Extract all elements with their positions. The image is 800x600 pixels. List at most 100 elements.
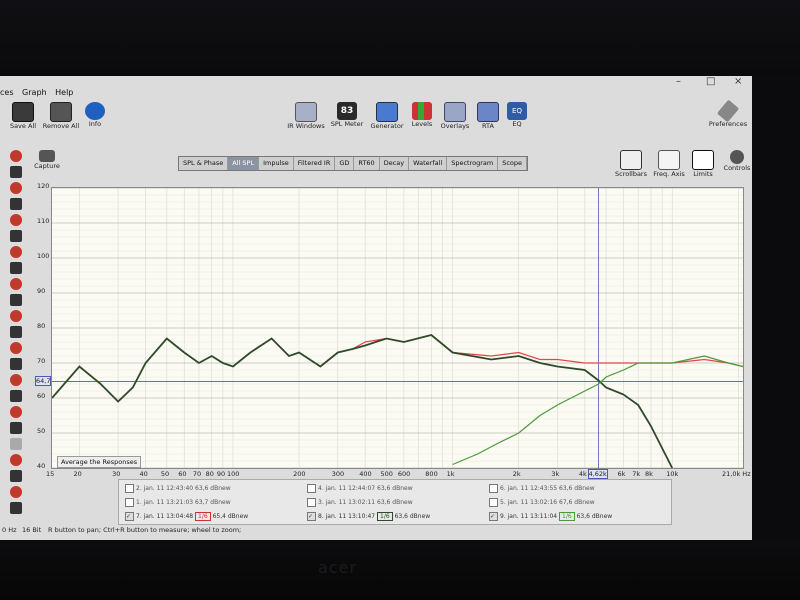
legend-item[interactable]: ✓ 8. jan. 11 13:10:47 1/6 63,6 dBnew bbox=[307, 512, 430, 521]
x-tick-label: 2k bbox=[512, 470, 521, 478]
close-button[interactable]: × bbox=[734, 76, 742, 87]
levels-button[interactable]: Levels bbox=[408, 102, 436, 128]
save-measurement-icon[interactable] bbox=[10, 470, 22, 482]
overlays-button[interactable]: Overlays bbox=[440, 102, 470, 130]
legend-item[interactable]: 3. jan. 11 13:02:11 63,6 dBnew bbox=[307, 498, 413, 507]
tab-rt60[interactable]: RT60 bbox=[354, 157, 380, 170]
legend-item[interactable]: 2. jan. 11 12:43:40 63,6 dBnew bbox=[125, 484, 231, 493]
camera-icon bbox=[39, 150, 55, 162]
y-tick-label: 70 bbox=[37, 357, 46, 365]
x-tick-label: 100 bbox=[226, 470, 240, 478]
x-tick-label: 6k bbox=[617, 470, 626, 478]
x-tick-label: 80 bbox=[205, 470, 214, 478]
capture-button[interactable]: Capture bbox=[33, 150, 61, 170]
x-tick-label: 70 bbox=[192, 470, 202, 478]
x-tick-label: 500 bbox=[380, 470, 393, 478]
status-hint: R button to pan; Ctrl+R button to measur… bbox=[48, 526, 242, 534]
save-icon bbox=[12, 102, 34, 122]
remove-all-button[interactable]: Remove All bbox=[42, 102, 80, 130]
legend-item[interactable]: ✓ 9. jan. 11 13:11:04 1/6 63,6 dBnew bbox=[489, 512, 612, 521]
menu-help[interactable]: Help bbox=[55, 88, 73, 97]
scrollbars-icon bbox=[620, 150, 642, 170]
tab-filtered-ir[interactable]: Filtered IR bbox=[294, 157, 336, 170]
freq-axis-icon bbox=[658, 150, 680, 170]
menu-bar: ces Graph Help bbox=[0, 88, 79, 102]
status-rate: 0 Hz bbox=[2, 526, 17, 534]
rta-button[interactable]: RTA bbox=[476, 102, 500, 130]
y-tick-label: 90 bbox=[37, 287, 46, 295]
save-measurement-icon[interactable] bbox=[10, 230, 22, 242]
app-window: – □ × ces Graph Help Save All Remove All… bbox=[0, 76, 752, 540]
spl-meter-button[interactable]: 83 SPL Meter bbox=[330, 102, 364, 128]
save-measurement-icon[interactable] bbox=[10, 358, 22, 370]
remove-measurement-icon[interactable] bbox=[10, 214, 22, 226]
spl-graph-area[interactable] bbox=[51, 187, 744, 469]
menu-preferences[interactable]: ces bbox=[0, 88, 14, 97]
cursor-level-readout: 64,7 bbox=[35, 375, 52, 386]
average-responses-button[interactable]: Average the Responses bbox=[57, 456, 142, 468]
x-tick-label: 400 bbox=[359, 470, 372, 478]
monitor-bezel-top bbox=[0, 0, 800, 76]
ir-windows-button[interactable]: IR Windows bbox=[286, 102, 326, 130]
tab-waterfall[interactable]: Waterfall bbox=[409, 157, 448, 170]
menu-graph[interactable]: Graph bbox=[22, 88, 47, 97]
save-measurement-icon[interactable] bbox=[10, 326, 22, 338]
generator-icon bbox=[376, 102, 398, 122]
tab-gd[interactable]: GD bbox=[335, 157, 355, 170]
save-measurement-icon[interactable] bbox=[10, 502, 22, 514]
scrollbars-button[interactable]: Scrollbars bbox=[614, 150, 648, 178]
monitor-brand-logo: acer bbox=[318, 558, 358, 577]
freq-axis-button[interactable]: Freq. Axis bbox=[652, 150, 686, 178]
ir-windows-icon bbox=[295, 102, 317, 122]
remove-measurement-icon[interactable] bbox=[10, 486, 22, 498]
save-measurement-icon[interactable] bbox=[10, 422, 22, 434]
legend-item[interactable]: ✓ 7. jan. 11 13:04:48 1/6 65,4 dBnew bbox=[125, 512, 248, 521]
remove-measurement-icon[interactable] bbox=[10, 310, 22, 322]
tab-all-spl[interactable]: All SPL bbox=[228, 157, 260, 170]
tab-spectrogram[interactable]: Spectrogram bbox=[447, 157, 499, 170]
limits-button[interactable]: Limits bbox=[690, 150, 716, 178]
measurement-selected-icon[interactable] bbox=[10, 438, 22, 450]
save-all-button[interactable]: Save All bbox=[8, 102, 38, 130]
remove-measurement-icon[interactable] bbox=[10, 246, 22, 258]
tab-scope[interactable]: Scope bbox=[498, 157, 528, 170]
save-measurement-icon[interactable] bbox=[10, 166, 22, 178]
levels-icon bbox=[412, 102, 432, 120]
info-button[interactable]: Info bbox=[84, 102, 106, 128]
x-tick-label: 3k bbox=[551, 470, 560, 478]
x-tick-label: 40 bbox=[139, 470, 148, 478]
remove-measurement-icon[interactable] bbox=[10, 454, 22, 466]
minimize-button[interactable]: – bbox=[676, 76, 681, 87]
save-measurement-icon[interactable] bbox=[10, 294, 22, 306]
save-measurement-icon[interactable] bbox=[10, 262, 22, 274]
remove-measurement-icon[interactable] bbox=[10, 278, 22, 290]
eq-button[interactable]: EQ EQ bbox=[506, 102, 528, 128]
x-tick-label: 10k bbox=[666, 470, 679, 478]
x-tick-label: 800 bbox=[425, 470, 438, 478]
save-measurement-icon[interactable] bbox=[10, 198, 22, 210]
status-bits: 16 Bit bbox=[22, 526, 42, 534]
generator-button[interactable]: Generator bbox=[370, 102, 404, 130]
remove-measurement-icon[interactable] bbox=[10, 342, 22, 354]
rta-icon bbox=[477, 102, 499, 122]
legend-item[interactable]: 4. jan. 11 12:44:07 63,6 dBnew bbox=[307, 484, 413, 493]
remove-measurement-icon[interactable] bbox=[10, 374, 22, 386]
main-toolbar: Save All Remove All Info IR Windows 83 S… bbox=[0, 99, 752, 146]
controls-button[interactable]: Controls bbox=[722, 150, 752, 172]
preferences-button[interactable]: Preferences bbox=[708, 99, 748, 128]
y-tick-label: 120 bbox=[37, 182, 50, 190]
legend-item[interactable]: 1. jan. 11 13:21:03 63,7 dBnew bbox=[125, 498, 231, 507]
remove-measurement-icon[interactable] bbox=[10, 182, 22, 194]
maximize-button[interactable]: □ bbox=[706, 76, 715, 87]
spl-chart[interactable] bbox=[51, 187, 744, 469]
legend-item[interactable]: 5. jan. 11 13:02:16 67,6 dBnew bbox=[489, 498, 595, 507]
legend-item[interactable]: 6. jan. 11 12:43:55 63,6 dBnew bbox=[489, 484, 595, 493]
save-measurement-icon[interactable] bbox=[10, 390, 22, 402]
remove-measurement-icon[interactable] bbox=[10, 150, 22, 162]
tab-impulse[interactable]: Impulse bbox=[259, 157, 294, 170]
remove-measurement-icon[interactable] bbox=[10, 406, 22, 418]
x-tick-label: 8k bbox=[644, 470, 653, 478]
tab-spl-phase[interactable]: SPL & Phase bbox=[179, 157, 229, 170]
tab-decay[interactable]: Decay bbox=[380, 157, 410, 170]
x-tick-label: 20 bbox=[73, 470, 82, 478]
